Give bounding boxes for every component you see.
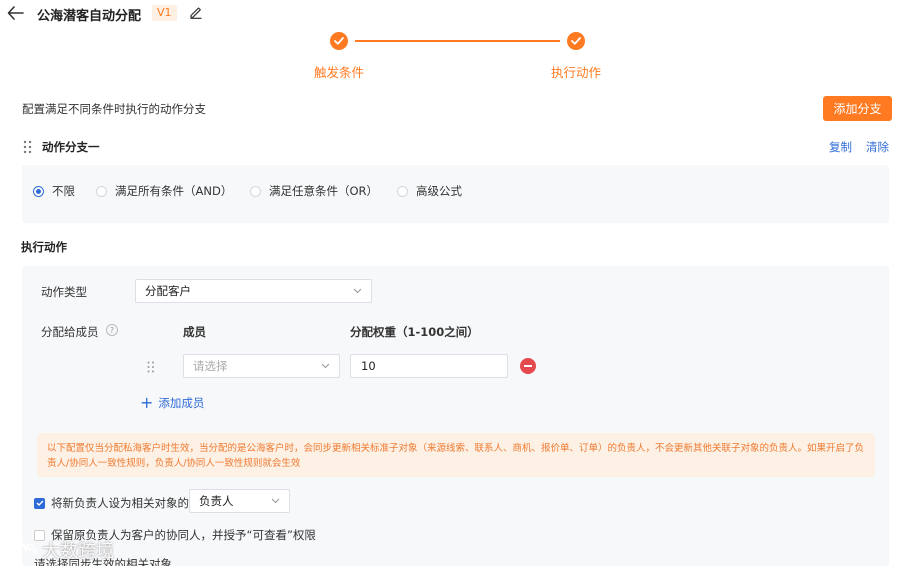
chevron-down-icon [353, 288, 362, 294]
radio-match-all[interactable]: 满足所有条件（AND） [96, 183, 232, 199]
step-connector [355, 40, 560, 42]
chevron-down-icon [321, 363, 330, 369]
action-type-select[interactable]: 分配客户 [135, 279, 372, 303]
weight-column-header: 分配权重（1-100之间） [350, 325, 479, 339]
help-question-icon[interactable]: ? [106, 324, 118, 336]
watermark-logo-icon [7, 541, 38, 558]
member-select[interactable]: 请选择 [183, 354, 340, 378]
radio-selected-icon [33, 185, 44, 197]
watermark: 大数跨境 [6, 537, 114, 563]
version-badge: V1 [152, 5, 177, 21]
page-title: 公海潜客自动分配 [37, 9, 142, 24]
checkbox-checked-icon[interactable] [34, 497, 45, 509]
set-owner-option[interactable]: 将新负责人设为相关对象的 [34, 495, 189, 511]
step-1-check-icon [330, 32, 348, 50]
step-2-check-icon [567, 32, 585, 50]
radio-unselected-icon [96, 185, 107, 197]
notice-banner: 以下配置仅当分配私海客户时生效，当分配的是公海客户时，会同步更新相关标准子对象（… [37, 433, 875, 477]
back-arrow-icon[interactable] [6, 4, 26, 22]
drag-handle-icon[interactable] [23, 140, 33, 154]
assign-members-label: 分配给成员 [41, 325, 99, 339]
branch-description: 配置满足不同条件时执行的动作分支 [22, 102, 206, 116]
radio-match-any[interactable]: 满足任意条件（OR） [250, 183, 378, 199]
copy-branch-link[interactable]: 复制 [829, 139, 852, 155]
member-column-header: 成员 [183, 325, 206, 339]
action-type-label: 动作类型 [41, 285, 87, 299]
radio-advanced-formula[interactable]: 高级公式 [397, 183, 462, 199]
clear-branch-link[interactable]: 清除 [866, 139, 889, 155]
radio-unselected-icon [397, 185, 408, 197]
weight-input[interactable]: 10 [350, 354, 508, 378]
plus-icon: + [140, 393, 154, 412]
chevron-down-icon [271, 498, 280, 504]
radio-unselected-icon [250, 185, 261, 197]
step-action-label[interactable]: 执行动作 [551, 62, 601, 81]
edit-pencil-icon[interactable] [189, 5, 203, 19]
add-branch-button[interactable]: 添加分支 [823, 96, 892, 121]
branch-title: 动作分支一 [42, 140, 100, 154]
action-panel [22, 266, 889, 566]
remove-member-icon[interactable] [520, 358, 536, 374]
actions-section-title: 执行动作 [21, 240, 67, 254]
owner-role-select[interactable]: 负责人 [189, 489, 290, 513]
radio-unlimited[interactable]: 不限 [33, 183, 75, 199]
add-member-button[interactable]: + 添加成员 [140, 395, 204, 411]
row-drag-handle-icon[interactable] [147, 361, 155, 373]
step-trigger-label[interactable]: 触发条件 [314, 62, 364, 81]
